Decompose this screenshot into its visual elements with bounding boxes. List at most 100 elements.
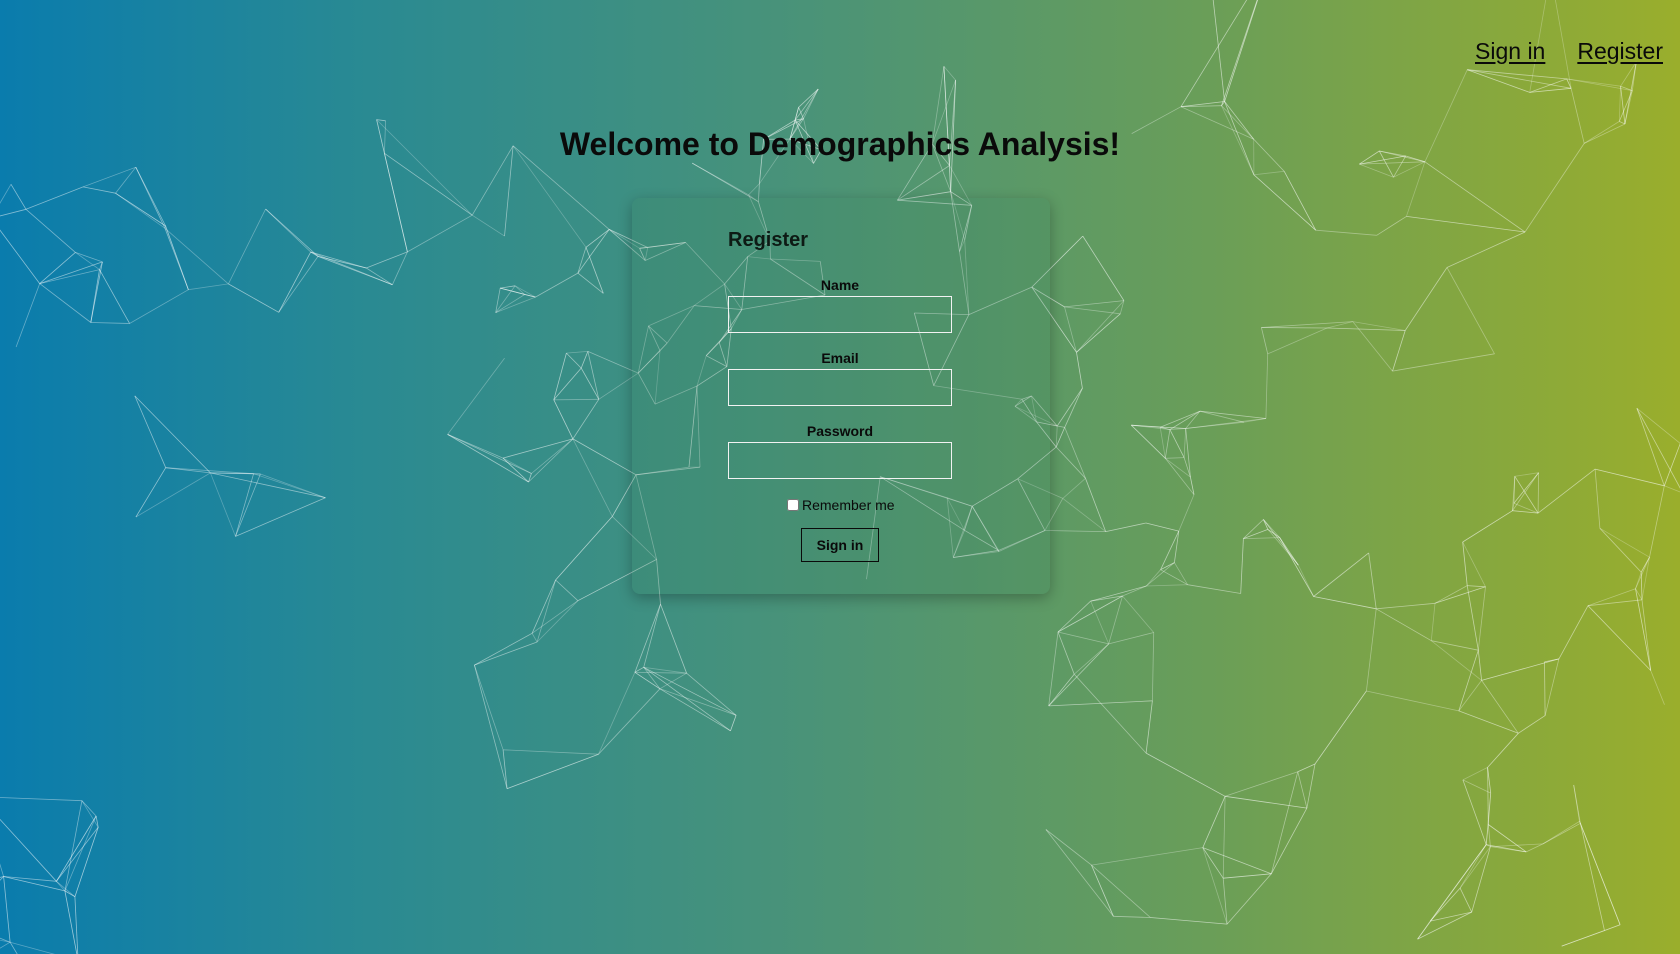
mesh-line xyxy=(1180,101,1225,108)
mesh-line xyxy=(1636,408,1665,486)
mesh-line xyxy=(1477,586,1486,651)
mesh-line xyxy=(1512,510,1539,514)
mesh-line xyxy=(1073,643,1109,675)
mesh-line xyxy=(1486,844,1491,847)
mesh-line xyxy=(0,876,4,878)
mesh-line xyxy=(1529,87,1572,93)
mesh-line xyxy=(1462,510,1513,543)
mesh-line xyxy=(310,251,367,269)
nav-register-link[interactable]: Register xyxy=(1577,38,1663,65)
sign-in-button[interactable]: Sign in xyxy=(801,528,879,562)
mesh-line xyxy=(643,666,737,716)
mesh-line xyxy=(1169,428,1186,430)
mesh-line xyxy=(228,208,266,285)
mesh-line xyxy=(1620,86,1626,125)
mesh-line xyxy=(1164,458,1195,495)
mesh-line xyxy=(1048,700,1153,707)
mesh-line xyxy=(1180,105,1222,108)
mesh-line xyxy=(99,261,103,270)
mesh-line xyxy=(265,208,319,257)
mesh-line xyxy=(531,633,538,643)
mesh-line xyxy=(1279,537,1314,597)
mesh-line xyxy=(553,399,574,440)
mesh-line xyxy=(580,367,600,400)
email-input[interactable] xyxy=(728,369,952,406)
mesh-line xyxy=(1145,522,1179,532)
mesh-line xyxy=(1165,457,1185,459)
password-input[interactable] xyxy=(728,442,952,479)
mesh-line xyxy=(1091,864,1151,918)
mesh-line xyxy=(1406,161,1426,217)
mesh-line xyxy=(531,600,579,634)
mesh-line xyxy=(1064,306,1121,315)
mesh-line xyxy=(1146,584,1188,587)
mesh-line xyxy=(1326,327,1406,331)
mesh-line xyxy=(1064,300,1124,308)
mesh-line xyxy=(1183,457,1191,478)
mesh-line xyxy=(1458,680,1482,712)
mesh-line xyxy=(56,880,76,898)
mesh-line xyxy=(553,398,599,401)
mesh-line xyxy=(1513,476,1516,504)
mesh-line xyxy=(1057,631,1075,675)
mesh-line xyxy=(265,208,311,253)
mesh-line xyxy=(1490,843,1543,847)
mesh-line xyxy=(794,107,799,121)
mesh-line xyxy=(1458,650,1479,712)
mesh-line xyxy=(9,941,18,954)
register-card: Register Name Email Password Remember me… xyxy=(632,198,1050,594)
mesh-line xyxy=(134,395,167,468)
mesh-line xyxy=(0,937,11,943)
mesh-line xyxy=(1392,330,1406,372)
mesh-line xyxy=(634,604,661,673)
mesh-line xyxy=(64,890,78,954)
mesh-line xyxy=(64,815,97,892)
mesh-line xyxy=(1222,878,1228,925)
mesh-line xyxy=(1635,572,1642,589)
mesh-line xyxy=(3,876,11,943)
mesh-line xyxy=(1224,771,1298,797)
mesh-line xyxy=(1467,69,1530,93)
mesh-line xyxy=(536,579,556,643)
mesh-line xyxy=(660,604,687,674)
mesh-line xyxy=(1105,522,1146,532)
mesh-line xyxy=(82,166,136,188)
mesh-line xyxy=(1641,599,1652,671)
mesh-line xyxy=(1618,90,1633,122)
mesh-line xyxy=(528,438,574,483)
mesh-line xyxy=(1263,519,1299,566)
mesh-line xyxy=(1150,917,1228,925)
mesh-line xyxy=(1573,784,1580,822)
mesh-line xyxy=(1561,924,1621,947)
mesh-line xyxy=(1225,795,1307,809)
mesh-line xyxy=(1169,429,1185,458)
mesh-line xyxy=(1417,844,1487,940)
mesh-line xyxy=(1164,429,1171,459)
mesh-line xyxy=(1064,427,1086,479)
mesh-line xyxy=(1462,779,1487,845)
mesh-line xyxy=(1160,530,1180,570)
nav-sign-in-link[interactable]: Sign in xyxy=(1475,38,1545,65)
mesh-line xyxy=(0,876,4,881)
mesh-line xyxy=(1466,585,1479,651)
mesh-line xyxy=(1430,911,1472,922)
mesh-line xyxy=(278,256,319,313)
mesh-line xyxy=(643,666,731,732)
mesh-line xyxy=(536,600,579,643)
password-label: Password xyxy=(806,423,874,439)
mesh-line xyxy=(1580,823,1621,925)
page-title: Welcome to Demographics Analysis! xyxy=(559,126,1121,162)
mesh-line xyxy=(1544,661,1546,716)
name-input[interactable] xyxy=(728,296,952,333)
mesh-line xyxy=(188,283,229,291)
mesh-line xyxy=(1664,485,1680,493)
mesh-line xyxy=(1090,585,1147,602)
mesh-line xyxy=(447,434,504,459)
remember-me-checkbox[interactable] xyxy=(787,499,799,511)
mesh-line xyxy=(1459,846,1491,889)
mesh-line xyxy=(1526,843,1544,853)
mesh-line xyxy=(1481,680,1519,734)
mesh-line xyxy=(535,272,579,298)
mesh-line xyxy=(1045,829,1092,866)
mesh-line xyxy=(474,664,508,789)
